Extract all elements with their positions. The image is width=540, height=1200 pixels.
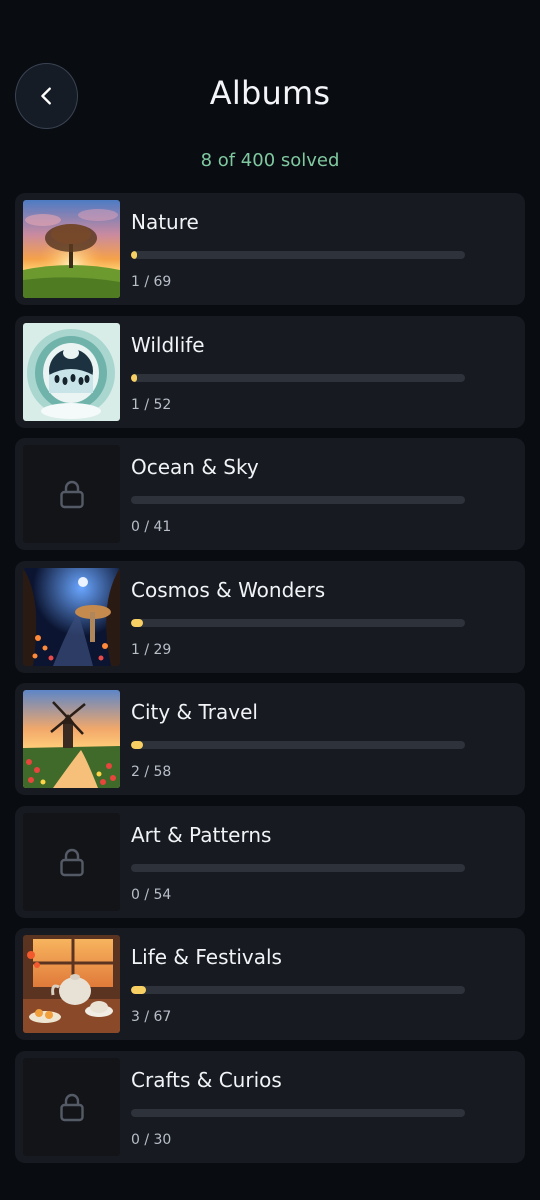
progress-count: 1 / 29 [131,641,172,658]
album-card-wildlife[interactable]: Wildlife 1 / 52 [15,315,525,428]
progress-bar [131,1108,465,1117]
album-name: Wildlife [131,332,205,357]
album-card-ocean-sky[interactable]: Ocean & Sky 0 / 41 [15,438,525,550]
sunset-tree-thumbnail [23,200,120,298]
progress-count: 0 / 41 [131,519,172,535]
album-name: Nature [131,210,199,234]
progress-bar [131,863,465,872]
page-title: Albums [209,74,331,112]
progress-fill [131,373,138,382]
progress-fill [131,251,137,259]
album-name: Life & Festivals [131,945,282,969]
progress-bar [131,618,465,627]
album-card-city-travel[interactable]: City & Travel 2 / 58 [15,683,525,795]
locked-thumbnail [23,812,120,911]
progress-count: 1 / 52 [131,396,172,413]
progress-count: 3 / 67 [131,1009,172,1025]
fantasy-mushroom-thumbnail [23,567,120,666]
progress-count: 2 / 58 [131,764,172,780]
progress-fill [131,618,143,627]
album-card-cosmos-wonders[interactable]: Cosmos & Wonders 1 / 29 [15,560,525,673]
album-name: Crafts & Curios [131,1067,282,1092]
album-name: Art & Patterns [131,822,272,847]
progress-fill [131,741,143,749]
album-name: Cosmos & Wonders [131,577,326,602]
album-name: Ocean & Sky [131,455,259,479]
album-card-art-patterns[interactable]: Art & Patterns 0 / 54 [15,805,525,918]
teapot-table-thumbnail [23,935,120,1033]
progress-bar [131,496,465,504]
progress-bar [131,986,465,994]
locked-thumbnail [23,445,120,543]
album-card-crafts-curios[interactable]: Crafts & Curios 0 / 30 [15,1050,525,1163]
album-card-nature[interactable]: Nature 1 / 69 [15,193,525,305]
progress-bar [131,251,465,259]
progress-count: 0 / 30 [131,1131,172,1148]
progress-bar [131,741,465,749]
windmill-tulips-thumbnail [23,690,120,788]
album-list: Nature 1 / 69 Wildlife 1 / 52 Ocean & Sk… [15,193,525,1173]
progress-fill [131,986,146,994]
album-name: City & Travel [131,700,258,724]
lock-icon [59,480,84,509]
header: Albums [0,0,540,140]
locked-thumbnail [23,1057,120,1156]
progress-count: 0 / 54 [131,886,172,903]
progress-bar [131,373,465,382]
progress-summary: 8 of 400 solved [200,150,340,171]
albums-screen: Albums 8 of 400 solved Nature 1 / 69 Wil… [0,0,540,1200]
progress-count: 1 / 69 [131,274,172,290]
album-card-life-festivals[interactable]: Life & Festivals 3 / 67 [15,928,525,1040]
lock-icon [59,848,84,876]
lock-icon [59,1093,84,1121]
penguins-papercut-thumbnail [23,322,120,421]
